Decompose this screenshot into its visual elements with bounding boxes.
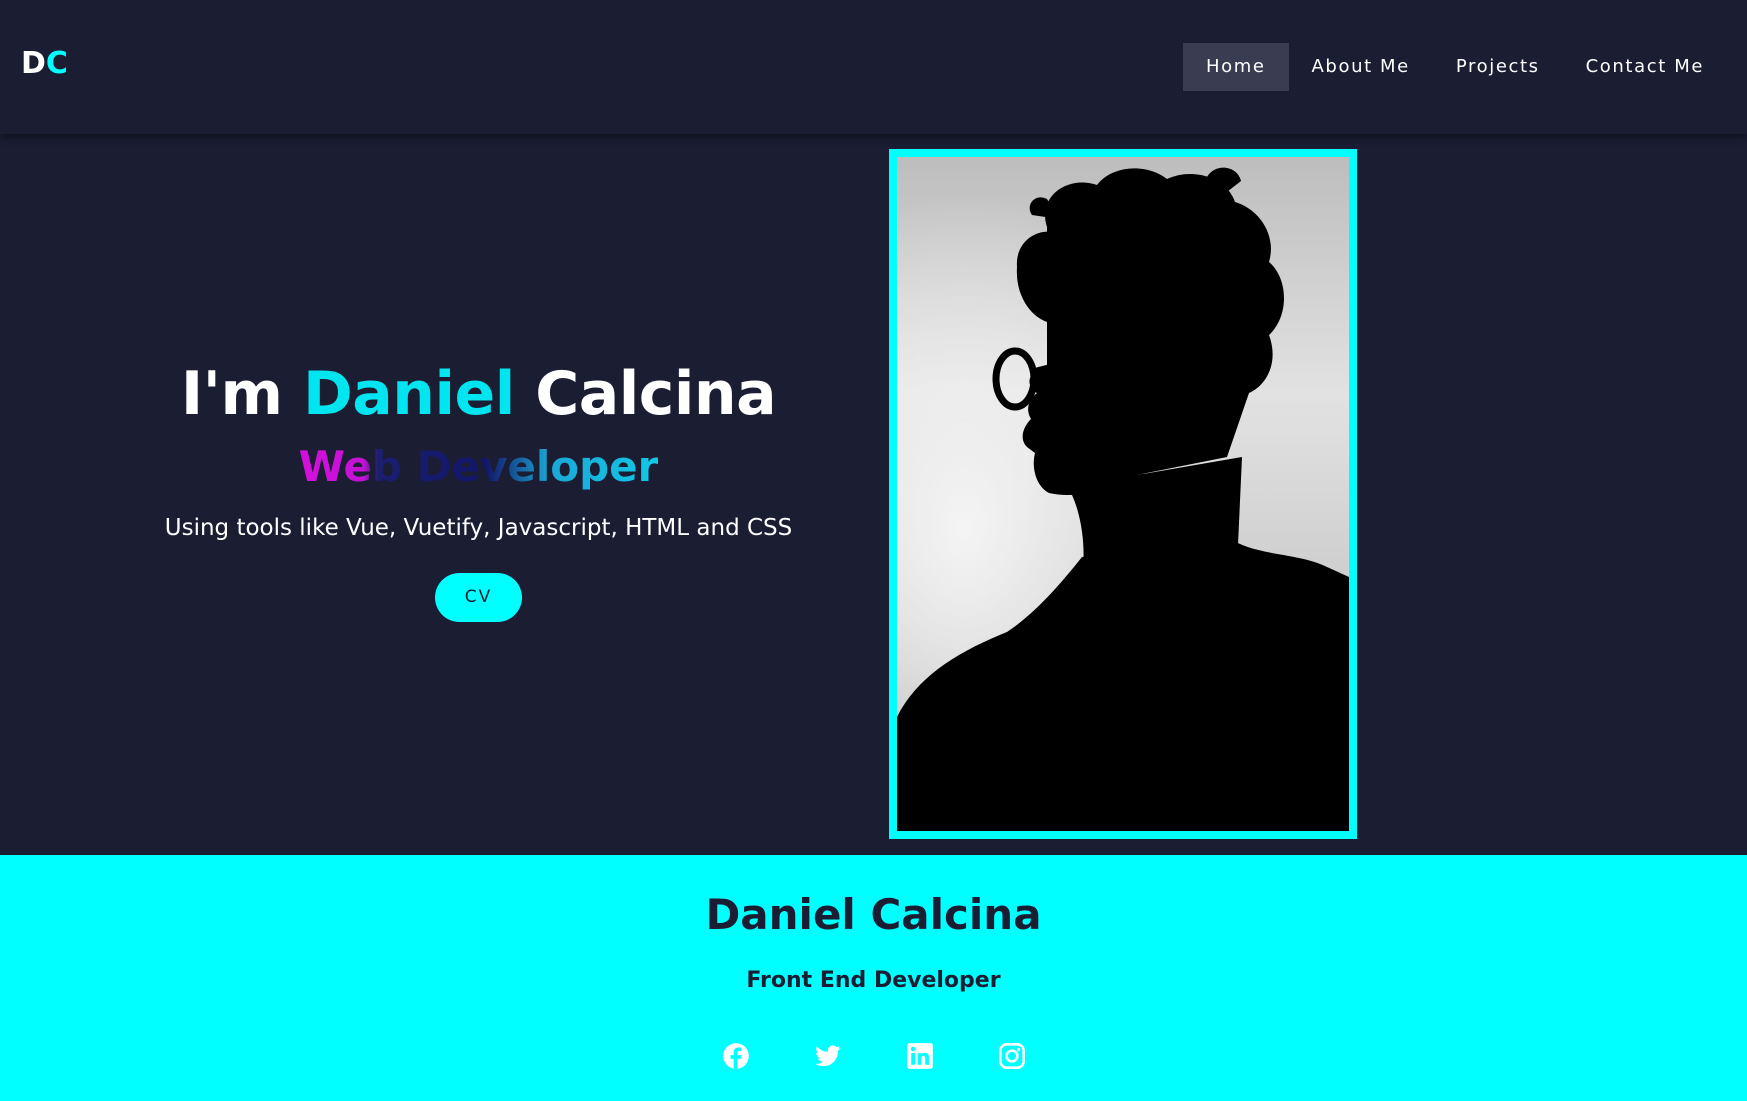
footer-name: Daniel Calcina [705,890,1042,939]
social-links [0,1042,1747,1070]
facebook-icon[interactable] [722,1042,750,1070]
nav-about-me[interactable]: About Me [1289,43,1433,91]
instagram-icon[interactable] [998,1042,1026,1070]
main-nav: Home About Me Projects Contact Me [1182,43,1747,91]
headline-last-name: Calcina [535,359,777,429]
hero-text: I'm Daniel Calcina Web Developer Using t… [90,359,867,622]
hero-headline: I'm Daniel Calcina [90,359,867,429]
footer-role: Front End Developer [746,968,1001,993]
app-bar: DC Home About Me Projects Contact Me [0,0,1747,134]
footer: Daniel Calcina Front End Developer [0,855,1747,1101]
headline-first-name: Daniel [302,359,515,429]
cv-button[interactable]: CV [435,573,522,622]
profile-silhouette-photo [897,157,1349,831]
hero-section: I'm Daniel Calcina Web Developer Using t… [0,134,1747,855]
logo-letter-d: D [21,46,46,81]
headline-prefix: I'm [180,359,283,429]
profile-photo [889,149,1357,839]
twitter-icon[interactable] [814,1042,842,1070]
logo-letter-c: C [45,46,68,81]
nav-home[interactable]: Home [1182,43,1289,91]
logo[interactable]: DC [21,46,68,81]
linkedin-icon[interactable] [906,1042,934,1070]
hero-tagline: Using tools like Vue, Vuetify, Javascrip… [164,515,793,541]
hero-role: Web Developer [298,442,659,491]
nav-projects[interactable]: Projects [1433,43,1563,91]
nav-contact-me[interactable]: Contact Me [1563,43,1727,91]
